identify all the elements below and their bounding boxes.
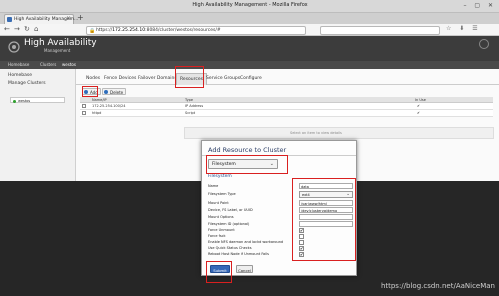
row-checkbox[interactable] (82, 111, 86, 115)
browser-tab[interactable]: High Availability Managem... × (4, 14, 78, 24)
url-text: https://172.25.254.10:8084/cluster/westo… (96, 28, 221, 33)
row-name[interactable]: httpd (92, 111, 101, 115)
row-name[interactable]: 172.25.254.100/24 (92, 104, 125, 108)
col-in-use: In Use (415, 98, 426, 102)
tab-nodes[interactable]: Nodes (86, 76, 100, 81)
window-controls[interactable]: – ▢ ✕ (463, 2, 496, 9)
check-label-reboot-host: Reboot Host Node if Unmount Fails (208, 252, 269, 256)
check-label-nfs-workaround: Enable NFS daemon and lockd workaround (208, 240, 284, 244)
resources-table: Name/IP Type In Use 172.25.254.100/24 IP… (80, 97, 493, 117)
cluster-status-dot (13, 99, 16, 103)
toolbar-icons[interactable]: ☆ ⬇ ☰ (446, 25, 481, 32)
new-tab-button[interactable]: + (77, 13, 84, 22)
nav-clusters[interactable]: Clusters (40, 62, 56, 67)
app-subtitle: Management (44, 48, 71, 53)
sidebar: Homebase Manage Clusters westos (0, 69, 76, 181)
sidebar-item-homebase[interactable]: Homebase (8, 73, 32, 78)
table-row[interactable]: httpd Script ✔ (80, 110, 493, 117)
row-in-use: ✔ (417, 111, 420, 115)
page-favicon-icon (7, 17, 12, 22)
home-icon[interactable]: ⌂ (34, 25, 38, 33)
section-heading: Filesystem (208, 174, 232, 179)
window-titlebar: High Availability Management - Mozilla F… (0, 0, 499, 13)
window-title: High Availability Management - Mozilla F… (192, 2, 308, 8)
reload-icon[interactable]: ↻ (24, 25, 30, 33)
browser-navbar: ← → ↻ ⌂ 🔒 https://172.25.254.10:8084/clu… (0, 24, 499, 36)
user-icon[interactable] (479, 39, 489, 49)
screenshot-root: High Availability Management - Mozilla F… (0, 0, 499, 296)
details-hint: Select an item to view details (290, 131, 342, 135)
app-nav: Homebase Clusters westos (0, 61, 499, 69)
tab-close-icon[interactable]: × (66, 15, 71, 22)
nav-westos[interactable]: westos (62, 62, 76, 67)
delete-icon (104, 90, 108, 94)
field-label-mount-options: Mount Options (208, 215, 234, 219)
field-label-fs-type: Filesystem Type (208, 192, 236, 196)
browser-tabbar: High Availability Managem... × + (0, 13, 499, 24)
url-bar[interactable]: 🔒 https://172.25.254.10:8084/cluster/wes… (86, 25, 306, 35)
field-label-device: Device, FS Label, or UUID (208, 208, 253, 212)
table-row[interactable]: 172.25.254.100/24 IP Address ✔ (80, 103, 493, 110)
sidebar-cluster-westos[interactable]: westos (10, 97, 65, 103)
row-type: Script (185, 111, 196, 115)
app-header: High Availability Management (0, 36, 499, 61)
tab-fence-devices[interactable]: Fence Devices (104, 76, 136, 81)
delete-label: Delete (110, 90, 124, 95)
app-title: High Availability (24, 38, 97, 48)
annotation-box-fields (292, 178, 356, 261)
row-in-use: ✔ (417, 104, 420, 108)
search-input[interactable] (320, 25, 440, 35)
nav-homebase[interactable]: Homebase (8, 62, 29, 67)
annotation-box-submit (206, 261, 232, 283)
tab-failover-domains[interactable]: Failover Domains (138, 76, 177, 81)
field-label-name: Name (208, 184, 219, 188)
lock-icon: 🔒 (89, 27, 96, 34)
col-name-ip: Name/IP (92, 98, 107, 102)
col-type: Type (185, 98, 194, 102)
sidebar-item-manage-clusters[interactable]: Manage Clusters (8, 81, 46, 86)
field-label-mount-point: Mount Point (208, 201, 229, 205)
watermark: https://blog.csdn.net/AaNiceMan (380, 282, 495, 290)
arrow-right-icon[interactable]: → (14, 25, 20, 33)
check-label-force-fsck: Force fsck (208, 234, 226, 238)
tab-service-groups[interactable]: Service Groups (206, 76, 240, 81)
details-panel: Select an item to view details (184, 127, 494, 139)
annotation-box-type-select (206, 155, 288, 174)
annotation-box-resources-tab (175, 66, 204, 88)
delete-resource-button[interactable]: Delete (102, 88, 127, 95)
arrow-left-icon[interactable]: ← (4, 25, 10, 33)
field-label-fs-id: Filesystem ID (optional) (208, 222, 250, 226)
row-checkbox[interactable] (82, 104, 86, 108)
row-type: IP Address (185, 104, 204, 108)
check-label-quick-status: Use Quick Status Checks (208, 246, 252, 250)
tab-configure[interactable]: Configure (240, 76, 262, 81)
annotation-box-add (82, 86, 98, 97)
cluster-logo-icon (8, 41, 20, 53)
cluster-tabs: Nodes Fence Devices Failover Domains Res… (76, 73, 499, 85)
dialog-title: Add Resource to Cluster (208, 146, 287, 154)
cluster-name: westos (18, 98, 31, 103)
check-label-force-unmount: Force Unmount (208, 228, 235, 232)
cancel-button[interactable]: Cancel (236, 265, 253, 273)
